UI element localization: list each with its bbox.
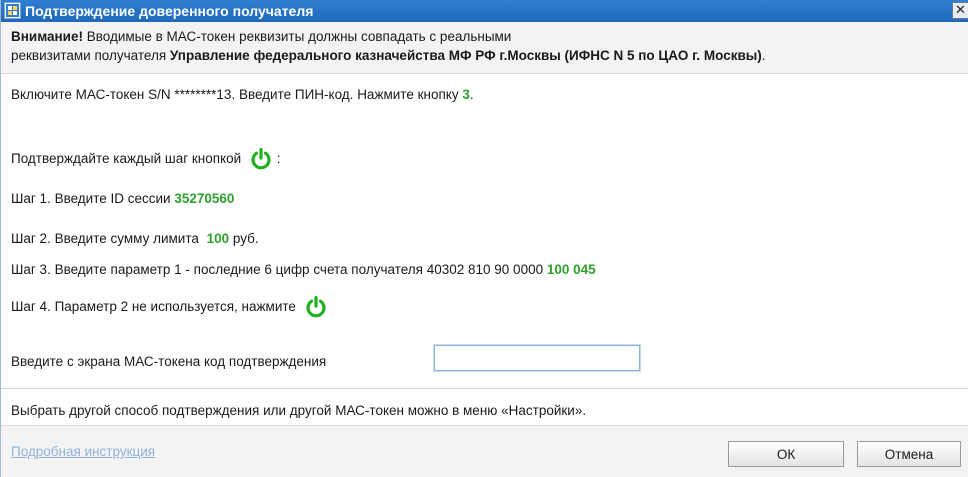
close-button[interactable]: ✕ <box>952 2 968 19</box>
step-2-line: Шаг 2. Введите сумму лимита 100 руб. <box>11 230 259 248</box>
currency-unit: руб. <box>229 231 259 246</box>
limit-amount: 100 <box>206 231 230 246</box>
confirm-each-step-text: Подтверждайте каждый шаг кнопкой <box>11 151 242 166</box>
settings-note: Выбрать другой способ подтверждения или … <box>11 403 587 418</box>
title-bar[interactable]: Подтверждение доверенного получателя ✕ <box>1 0 968 22</box>
confirm-each-step-end: : <box>276 151 281 166</box>
enable-token-end: . <box>469 87 474 102</box>
step-2-text: Шаг 2. Введите сумму лимита <box>11 231 203 246</box>
help-link[interactable]: Подробная инструкция <box>11 444 155 459</box>
window-title: Подтверждение доверенного получателя <box>25 3 314 19</box>
confirmation-code-input[interactable] <box>433 344 641 372</box>
confirmation-code-label: Введите с экрана МАС-токена код подтверж… <box>11 354 327 369</box>
step-4-text: Шаг 4. Параметр 2 не используется, нажми… <box>11 299 296 314</box>
warning-text: Вводимые в МАС-токен реквизиты должны со… <box>82 29 512 44</box>
warning-banner: Внимание! Вводимые в МАС-токен реквизиты… <box>1 22 968 74</box>
close-icon: ✕ <box>955 2 966 17</box>
confirm-each-step-line: Подтверждайте каждый шаг кнопкой : <box>11 147 280 171</box>
enable-token-text: Включите МАС-токен S/N ********13. Введи… <box>11 87 463 102</box>
account-digits: 100 045 <box>546 262 596 277</box>
step-1-text: Шаг 1. Введите ID сессии <box>11 191 175 206</box>
enable-token-line: Включите МАС-токен S/N ********13. Введи… <box>11 86 474 104</box>
app-icon <box>4 2 21 19</box>
session-id: 35270560 <box>174 191 235 206</box>
power-icon <box>249 147 273 171</box>
step-3-text: Шаг 3. Введите параметр 1 - последние 6 … <box>11 262 547 277</box>
cancel-button[interactable]: Отмена <box>857 441 961 467</box>
warning-end: . <box>761 48 766 63</box>
warning-label: Внимание! <box>11 29 83 44</box>
power-icon <box>304 295 328 319</box>
warning-text-2: реквизитами получателя <box>11 48 170 63</box>
key-number: 3 <box>462 87 470 102</box>
warning-line-1: Внимание! Вводимые в МАС-токен реквизиты… <box>11 27 961 46</box>
step-3-line: Шаг 3. Введите параметр 1 - последние 6 … <box>11 261 596 279</box>
warning-line-2: реквизитами получателя Управление федера… <box>11 46 961 65</box>
step-1-line: Шаг 1. Введите ID сессии 35270560 <box>11 190 234 208</box>
confirmation-dialog: Подтверждение доверенного получателя ✕ В… <box>0 0 968 477</box>
ok-button[interactable]: ОК <box>728 441 844 467</box>
step-4-line: Шаг 4. Параметр 2 не используется, нажми… <box>11 295 328 319</box>
divider <box>1 388 968 389</box>
dialog-footer: Подробная инструкция ОК Отмена <box>1 425 968 477</box>
recipient-name: Управление федерального казначейства МФ … <box>169 48 762 63</box>
